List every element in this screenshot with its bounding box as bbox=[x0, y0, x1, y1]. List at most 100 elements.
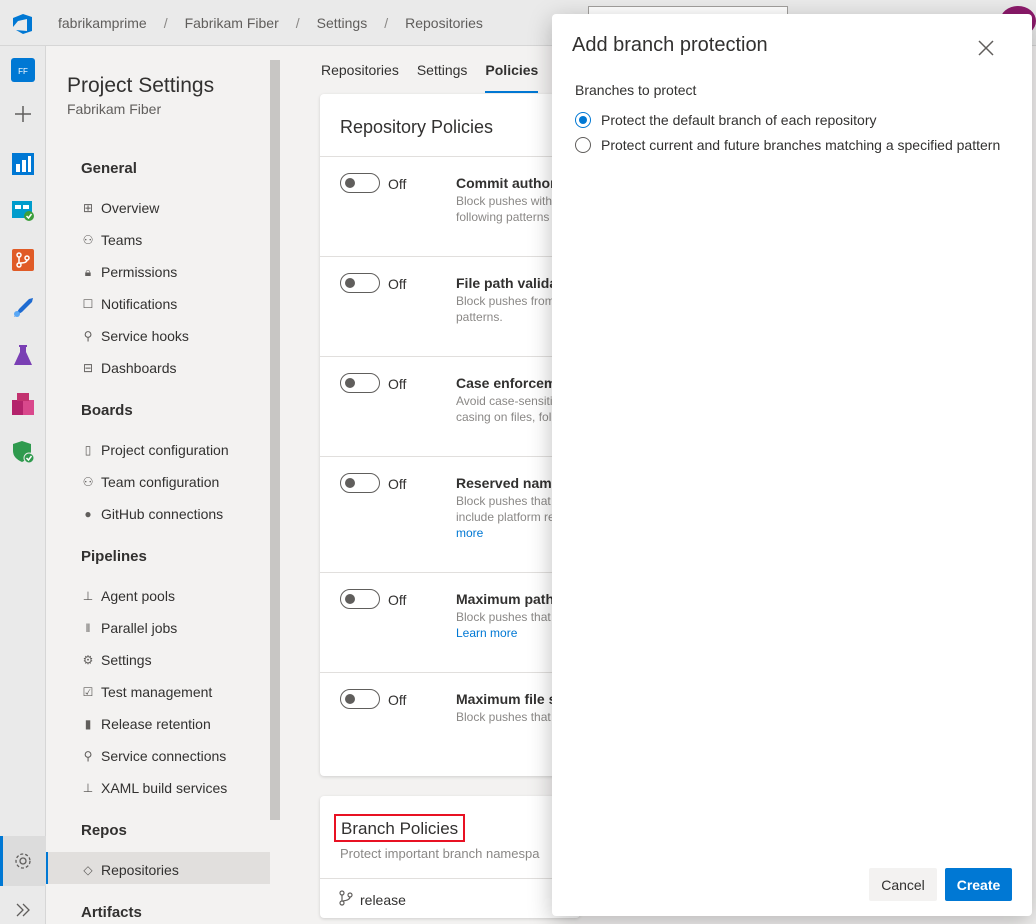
nav-section-artifacts: Artifacts bbox=[81, 904, 142, 921]
branch-policies-desc: Protect important branch namespa bbox=[340, 846, 540, 861]
nav-item-team-configuration[interactable]: ⚇ Team configuration bbox=[81, 472, 220, 492]
nav-item-service-connections[interactable]: ⚲ Service connections bbox=[81, 746, 227, 766]
github-icon: ● bbox=[84, 507, 92, 521]
project-configuration-icon: ▯ bbox=[84, 443, 92, 457]
learn-more-link[interactable]: Learn more bbox=[456, 625, 517, 641]
cancel-button[interactable]: Cancel bbox=[869, 868, 937, 901]
nav-item-xaml-build-services[interactable]: ⊥ XAML build services bbox=[81, 778, 228, 798]
project-badge-icon[interactable]: FF bbox=[11, 58, 35, 82]
test-icon[interactable] bbox=[11, 344, 35, 368]
team-configuration-icon: ⚇ bbox=[82, 475, 94, 489]
boards-icon[interactable] bbox=[11, 152, 35, 176]
azure-devops-logo[interactable] bbox=[10, 11, 36, 37]
nav-section-pipelines: Pipelines bbox=[81, 548, 147, 565]
test-management-icon: ☑ bbox=[82, 685, 94, 699]
branch-row[interactable]: release bbox=[320, 878, 580, 918]
nav-item-dashboards[interactable]: ⊟ Dashboards bbox=[81, 358, 177, 378]
nav-subtitle: Fabrikam Fiber bbox=[67, 101, 162, 117]
radio-label: Protect the default branch of each repos… bbox=[601, 112, 877, 128]
breadcrumb-settings[interactable]: Settings bbox=[317, 15, 368, 31]
radio-protect-pattern[interactable]: Protect current and future branches matc… bbox=[575, 137, 1000, 153]
test-plans-icon[interactable] bbox=[11, 198, 35, 222]
nav-item-label: Notifications bbox=[101, 296, 178, 312]
breadcrumb-org[interactable]: fabrikamprime bbox=[58, 15, 147, 31]
breadcrumb: fabrikamprime / Fabrikam Fiber / Setting… bbox=[58, 15, 483, 31]
nav-item-parallel-jobs[interactable]: ‖ Parallel jobs bbox=[81, 618, 178, 638]
artifacts-icon[interactable] bbox=[11, 392, 35, 416]
breadcrumb-repositories[interactable]: Repositories bbox=[405, 15, 483, 31]
parallel-jobs-icon: ‖ bbox=[85, 621, 91, 635]
agent-pools-icon: ⊥ bbox=[82, 589, 94, 603]
nav-item-label: XAML build services bbox=[101, 780, 228, 796]
settings-nav: Project Settings Fabrikam Fiber General … bbox=[46, 46, 286, 924]
policy-toggle[interactable] bbox=[340, 689, 380, 709]
dialog-title: Add branch protection bbox=[572, 34, 768, 56]
breadcrumb-separator: / bbox=[163, 15, 168, 31]
add-icon[interactable] bbox=[11, 102, 35, 126]
policy-toggle[interactable] bbox=[340, 473, 380, 493]
nav-scrollbar[interactable] bbox=[270, 60, 280, 820]
tab-repositories[interactable]: Repositories bbox=[321, 62, 399, 94]
nav-item-repositories[interactable]: ◇ Repositories bbox=[81, 860, 179, 880]
radio-protect-default-branch[interactable]: Protect the default branch of each repos… bbox=[575, 112, 877, 128]
policy-desc: Block pushes with following patterns bbox=[456, 194, 553, 224]
policy-desc: Block pushes that include platform re bbox=[456, 494, 555, 524]
teams-icon: ⚇ bbox=[82, 233, 94, 247]
toggle-state: Off bbox=[388, 476, 407, 492]
overview-icon: ⊞ bbox=[82, 201, 94, 215]
project-badge-text: FF bbox=[18, 67, 28, 76]
policy-row: Off Maximum file s Block pushes that bbox=[320, 672, 580, 772]
toggle-state: Off bbox=[388, 592, 407, 608]
nav-item-teams[interactable]: ⚇ Teams bbox=[81, 230, 143, 250]
policy-toggle[interactable] bbox=[340, 373, 380, 393]
branches-to-protect-label: Branches to protect bbox=[575, 82, 697, 98]
policy-row: Off Maximum path Block pushes that Learn… bbox=[320, 572, 580, 672]
repos-icon[interactable] bbox=[11, 248, 35, 272]
repository-policies-card: Repository Policies Off Commit author Bl… bbox=[320, 94, 580, 776]
service-hooks-icon: ⚲ bbox=[83, 329, 93, 343]
policy-toggle[interactable] bbox=[340, 589, 380, 609]
branch-policies-card: Branch Policies Protect important branch… bbox=[320, 796, 580, 918]
breadcrumb-project[interactable]: Fabrikam Fiber bbox=[185, 15, 279, 31]
security-icon[interactable] bbox=[11, 440, 35, 464]
policy-toggle[interactable] bbox=[340, 273, 380, 293]
toggle-state: Off bbox=[388, 692, 407, 708]
nav-title: Project Settings bbox=[67, 74, 215, 97]
tab-settings[interactable]: Settings bbox=[417, 62, 468, 94]
tab-policies[interactable]: Policies bbox=[485, 62, 538, 94]
policy-title: Maximum path bbox=[456, 591, 555, 607]
nav-item-release-retention[interactable]: ▮ Release retention bbox=[81, 714, 211, 734]
expand-icon[interactable] bbox=[11, 898, 35, 922]
nav-item-label: Service connections bbox=[101, 748, 227, 764]
nav-item-settings[interactable]: ⚙ Settings bbox=[81, 650, 152, 670]
policy-toggle[interactable] bbox=[340, 173, 380, 193]
nav-item-project-configuration[interactable]: ▯ Project configuration bbox=[81, 440, 229, 460]
nav-section-general: General bbox=[81, 160, 137, 177]
create-button[interactable]: Create bbox=[945, 868, 1012, 901]
radio-button[interactable] bbox=[575, 137, 591, 153]
release-retention-icon: ▮ bbox=[84, 717, 92, 731]
settings-icon[interactable] bbox=[11, 849, 35, 873]
close-icon[interactable] bbox=[976, 38, 996, 58]
nav-item-notifications[interactable]: ☐ Notifications bbox=[81, 294, 178, 314]
policy-row: Off Reserved name Block pushes that incl… bbox=[320, 456, 580, 572]
nav-item-service-hooks[interactable]: ⚲ Service hooks bbox=[81, 326, 189, 346]
nav-item-agent-pools[interactable]: ⊥ Agent pools bbox=[81, 586, 175, 606]
policy-title: Maximum file s bbox=[456, 691, 557, 707]
nav-item-label: Release retention bbox=[101, 716, 211, 732]
policy-desc: Block pushes that bbox=[456, 610, 551, 624]
policy-title: Case enforceme bbox=[456, 375, 565, 391]
radio-button-checked[interactable] bbox=[575, 112, 591, 128]
nav-section-boards: Boards bbox=[81, 402, 133, 419]
dashboards-icon: ⊟ bbox=[82, 361, 94, 375]
nav-item-test-management[interactable]: ☑ Test management bbox=[81, 682, 213, 702]
nav-item-overview[interactable]: ⊞ Overview bbox=[81, 198, 159, 218]
nav-item-permissions[interactable]: 🔒︎ Permissions bbox=[81, 262, 177, 282]
left-rail: FF bbox=[0, 46, 46, 924]
nav-item-label: Repositories bbox=[101, 862, 179, 878]
pipelines-icon[interactable] bbox=[11, 296, 35, 320]
nav-item-github-connections[interactable]: ● GitHub connections bbox=[81, 504, 223, 524]
nav-item-label: Test management bbox=[101, 684, 213, 700]
learn-more-link[interactable]: more bbox=[456, 525, 483, 541]
radio-label: Protect current and future branches matc… bbox=[601, 137, 1001, 153]
